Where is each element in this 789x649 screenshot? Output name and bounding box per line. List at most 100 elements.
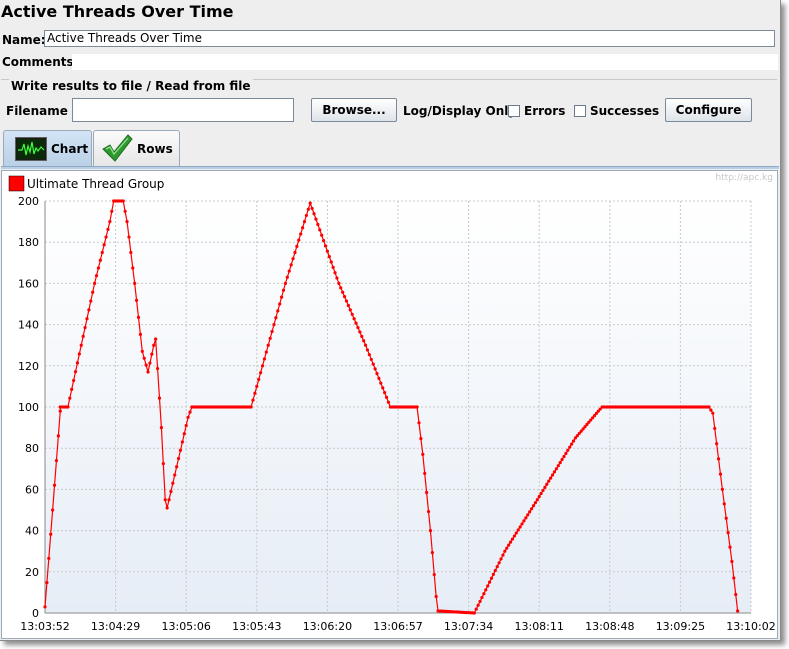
data-point [314,217,318,221]
name-label: Name: [2,33,46,47]
data-point [91,290,95,294]
data-point [262,357,267,361]
data-point [373,367,377,371]
data-point [720,487,724,491]
data-point [56,434,60,438]
data-point [728,545,732,549]
browse-button[interactable]: Browse... [311,98,397,122]
data-point [707,405,711,409]
data-point [537,495,541,499]
data-point [423,471,427,476]
errors-checkbox[interactable] [508,105,520,117]
data-point [331,265,335,269]
data-point [556,464,560,468]
data-point [157,396,162,400]
data-point [251,398,255,402]
data-point [106,227,110,231]
data-point [381,386,385,390]
data-point [543,485,547,489]
data-point [550,473,555,477]
data-point [161,462,165,466]
data-point [730,559,734,564]
y-tick-label: 140 [18,319,39,332]
watermark: http://apc.kg [715,173,773,183]
data-point [287,269,291,273]
data-point [253,391,257,395]
data-point [318,228,322,232]
data-point [428,529,433,533]
data-point [110,209,114,213]
tab-chart-label: Chart [51,142,89,156]
data-point [417,421,421,425]
data-point [96,266,101,270]
y-tick-label: 0 [32,607,39,620]
data-point [524,516,528,520]
data-point [549,476,553,480]
data-point [308,201,312,205]
data-point [432,572,436,577]
data-point [125,220,129,224]
data-point [289,263,293,267]
data-point [108,220,112,224]
data-point [434,594,438,599]
y-tick-label: 120 [18,360,39,373]
data-point [138,332,143,336]
data-point [94,274,99,278]
data-point [89,299,93,303]
data-point [713,426,717,431]
data-point [531,504,536,508]
successes-checkbox[interactable] [574,105,586,117]
data-point [363,343,368,347]
legend-swatch [8,175,25,192]
data-point [310,206,314,211]
comments-input[interactable] [72,54,778,70]
data-point [146,370,150,374]
data-point [297,238,301,242]
data-point [337,281,341,285]
x-tick-label: 13:05:06 [161,620,210,633]
data-point [367,353,371,357]
data-point [545,482,549,486]
data-point [66,405,70,409]
data-point [144,363,148,367]
log-display-label: Log/Display Only: [403,104,521,118]
name-input[interactable]: Active Threads Over Time [44,30,775,47]
y-tick-label: 80 [25,442,39,455]
data-point [178,448,183,452]
data-point [386,400,391,404]
data-point [87,308,91,312]
data-point [346,303,350,308]
x-tick-label: 13:08:11 [514,620,563,633]
y-tick-label: 60 [25,483,39,496]
filename-input[interactable] [72,98,294,122]
comments-label: Comments: [2,55,79,69]
data-point [136,315,141,319]
data-point [260,364,265,368]
data-point [51,508,55,512]
data-point [73,370,78,374]
data-point [507,543,511,547]
data-point [339,286,343,290]
tab-chart[interactable]: Chart [3,130,92,168]
data-point [329,260,333,264]
data-point [123,209,127,213]
data-point [323,244,328,248]
tab-rows[interactable]: Rows [93,130,180,166]
data-point [102,243,106,247]
data-point [306,207,310,211]
configure-button[interactable]: Configure [665,98,752,122]
data-point [718,472,723,476]
data-point [154,337,158,341]
data-point [169,489,173,494]
chart-panel: 0 20 40 60 80 100 120 140 160 180 200 13:03:52 13:04… [1,170,778,639]
data-point [312,212,316,216]
data-point [344,299,349,303]
data-point [335,276,339,280]
data-point [493,568,497,573]
data-point [52,483,57,487]
x-tick-label: 13:10:02 [726,620,775,633]
data-point [320,233,324,237]
data-point [472,611,476,615]
y-tick-label: 20 [25,566,39,579]
data-point [734,592,738,597]
